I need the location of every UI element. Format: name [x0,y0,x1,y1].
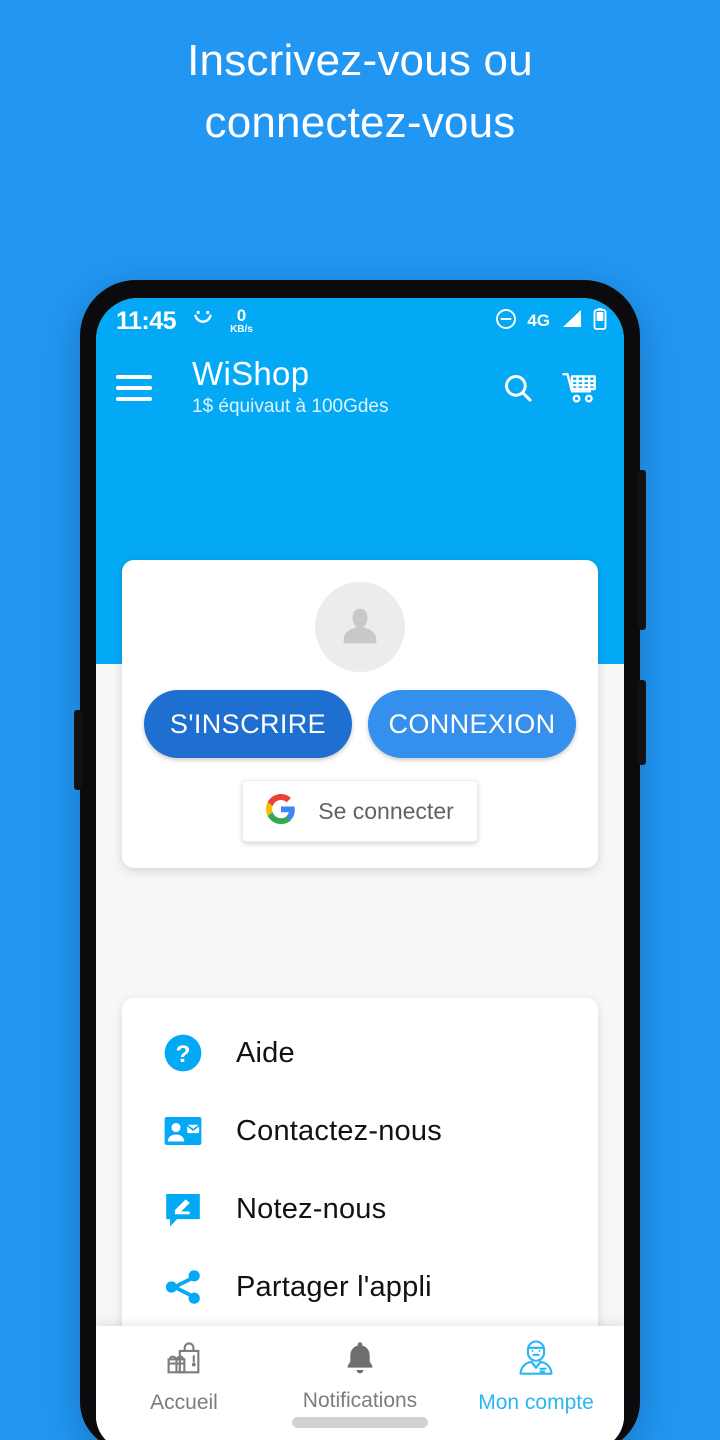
phone-power-button [74,710,82,790]
app-bar-titles: WiShop 1$ équivaut à 100Gdes [192,356,478,420]
smiley-icon [190,306,216,337]
auth-buttons-row: S'INSCRIRE CONNEXION [122,690,598,758]
signal-icon [559,308,583,335]
svg-text:?: ? [176,1041,191,1068]
status-bar-right: 4G [494,307,608,336]
google-g-icon [266,793,296,829]
menu-item-notez-nous[interactable]: Notez-nous [122,1170,598,1248]
nav-item-accueil[interactable]: Accueil [96,1338,272,1415]
hamburger-menu-icon[interactable] [116,375,152,401]
google-signin-button[interactable]: Se connecter [242,780,478,842]
home-indicator[interactable] [292,1417,428,1428]
nav-item-label: Notifications [302,1389,418,1412]
phone-screen: 11:45 0 KB/s 4G WiShop 1$ équivaut à 100… [96,298,624,1440]
menu-item-label: Aide [236,1036,295,1069]
menu-item-partager-lappli[interactable]: Partager l'appli [122,1248,598,1326]
help-circle-icon: ? [160,1030,206,1076]
menu-item-label: Partager l'appli [236,1270,432,1303]
share-icon [160,1264,206,1310]
menu-item-label: Notez-nous [236,1192,387,1225]
user-account-icon [515,1338,557,1385]
menu-item-contactez-nous[interactable]: Contactez-nous [122,1092,598,1170]
nav-item-label: Accueil [150,1391,218,1414]
bell-icon [340,1338,380,1383]
menu-item-aide[interactable]: ? Aide [122,1014,598,1092]
page-title: Inscrivez-vous ou connectez-vous [187,36,533,147]
network-type-label: 4G [527,311,550,330]
do-not-disturb-icon [494,307,518,336]
default-avatar-icon [315,582,405,672]
login-button[interactable]: CONNEXION [368,690,576,758]
status-bar-left: 11:45 0 KB/s [116,306,253,337]
battery-icon [592,307,608,336]
content-area: S'INSCRIRE CONNEXION Se connecter ? Aide… [96,432,624,1440]
auth-card: S'INSCRIRE CONNEXION Se connecter [122,560,598,868]
nav-item-mon-compte[interactable]: Mon compte [448,1338,624,1415]
menu-item-label: Contactez-nous [236,1114,442,1147]
nav-item-notifications[interactable]: Notifications [272,1338,448,1413]
phone-volume-up-button [638,470,646,630]
search-icon[interactable] [496,366,540,410]
app-title: WiShop [192,355,310,392]
status-bar: 11:45 0 KB/s 4G [96,298,624,344]
network-speed-unit: KB/s [230,324,253,335]
nav-item-label: Mon compte [478,1391,594,1414]
phone-volume-down-button [638,680,646,765]
status-time: 11:45 [116,306,177,335]
rate-review-icon [160,1186,206,1232]
phone-mockup-frame: 11:45 0 KB/s 4G WiShop 1$ équivaut à 100… [74,280,646,1440]
shopping-bag-gift-icon [163,1338,205,1385]
shopping-cart-icon[interactable] [558,366,602,410]
bottom-navigation-bar: Accueil Notifications Mon compte [96,1326,624,1440]
contact-mail-icon [160,1108,206,1154]
network-speed-indicator: 0 KB/s [230,307,253,335]
signup-button[interactable]: S'INSCRIRE [144,690,352,758]
app-subtitle: 1$ équivaut à 100Gdes [192,396,389,417]
network-speed-value: 0 [236,306,247,325]
app-bar: WiShop 1$ équivaut à 100Gdes [96,344,624,432]
google-signin-label: Se connecter [318,797,454,824]
